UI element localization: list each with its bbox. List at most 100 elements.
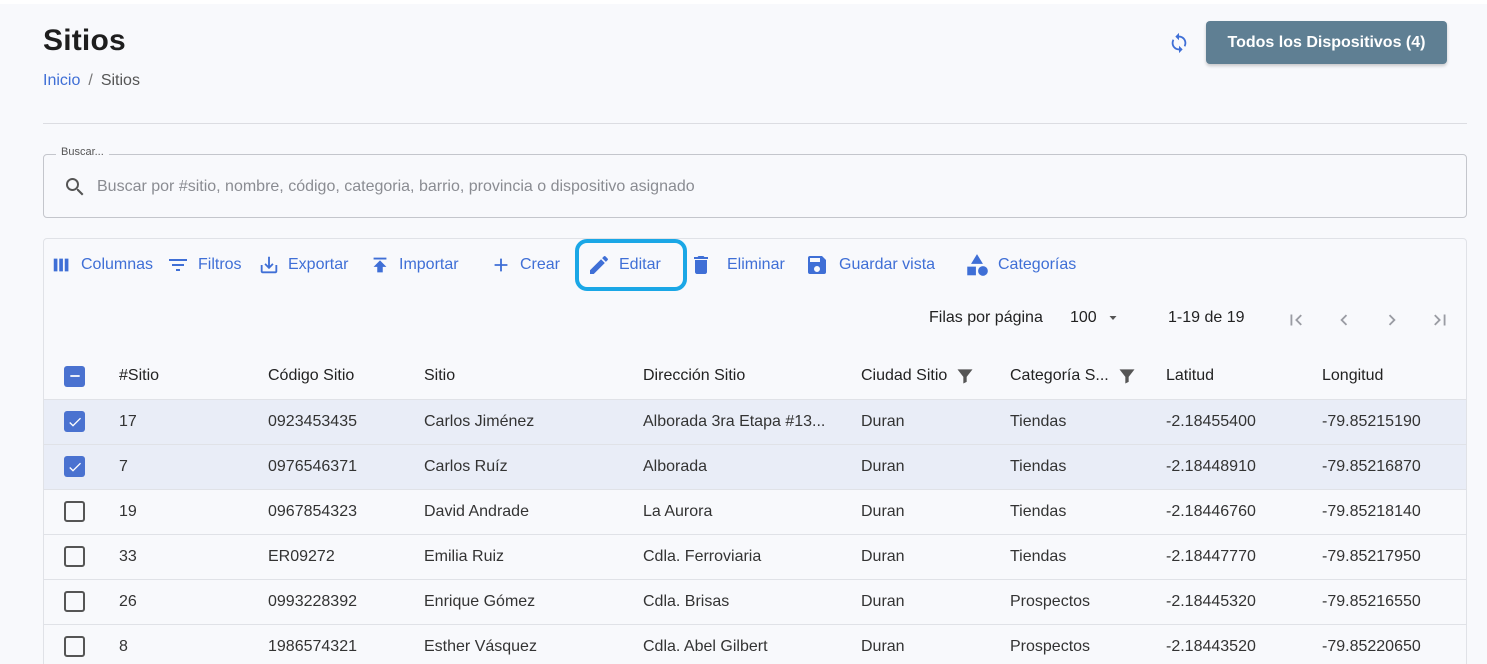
cell-site-address: Alborada 3ra Etapa #13... (643, 399, 861, 445)
column-header-site-city-label: Ciudad Sitio (861, 367, 948, 385)
column-header-site-name[interactable]: Sitio (424, 354, 643, 400)
cell-longitude: -79.85215190 (1322, 399, 1466, 445)
save-view-button[interactable]: Guardar vista (805, 252, 935, 278)
breadcrumb-home-link[interactable]: Inicio (43, 72, 80, 90)
plus-icon (494, 258, 508, 272)
search-field: Buscar... (43, 146, 1467, 218)
filter-icon (1119, 369, 1135, 384)
cell-site-city: Duran (861, 399, 1010, 445)
cell-site-code: 1986574321 (268, 624, 424, 664)
rows-per-page-select[interactable]: 100 (1070, 309, 1119, 327)
cell-latitude: -2.18443520 (1166, 624, 1322, 664)
export-label: Exportar (288, 256, 349, 273)
column-header-longitude[interactable]: Longitud (1322, 354, 1466, 400)
table-row[interactable]: 8 1986574321 Esther Vásquez Cdla. Abel Gilb… (44, 624, 1466, 664)
column-header-site-address[interactable]: Dirección Sitio (643, 354, 861, 400)
import-button[interactable]: Importar (369, 252, 459, 278)
filters-button[interactable]: Filtros (166, 252, 242, 278)
table-row[interactable]: 33 ER09272 Emilia Ruiz Cdla. Ferroviaria Dur… (44, 534, 1466, 580)
cell-site-address: Cdla. Brisas (643, 579, 861, 625)
cell-site-category: Prospectos (1010, 579, 1166, 625)
columns-button[interactable]: Columnas (51, 252, 153, 278)
last-page-icon[interactable] (1427, 307, 1453, 333)
row-checkbox[interactable] (64, 636, 85, 657)
rows-per-page-label: Filas por página (929, 309, 1043, 326)
cell-site-city: Duran (861, 624, 1010, 664)
filters-label: Filtros (198, 256, 242, 273)
save-icon (808, 256, 826, 274)
table-row[interactable]: 7 0976546371 Carlos Ruíz Alborada Duran Tiend… (44, 444, 1466, 490)
cell-longitude: -79.85216870 (1322, 444, 1466, 490)
cell-site-name: Esther Vásquez (424, 624, 643, 664)
cell-site-city: Duran (861, 579, 1010, 625)
refresh-icon[interactable] (1166, 30, 1192, 56)
row-checkbox[interactable] (64, 456, 85, 477)
categories-button[interactable]: Categorías (964, 252, 1076, 278)
check-icon (68, 417, 81, 427)
cell-site-category: Tiendas (1010, 444, 1166, 490)
sites-grid: Columnas Filtros Exportar Importar Crear… (43, 238, 1467, 664)
cell-longitude: -79.85220650 (1322, 624, 1466, 664)
cell-site-name: Enrique Gómez (424, 579, 643, 625)
cell-site-name: Emilia Ruiz (424, 534, 643, 580)
cell-site-name: Carlos Jiménez (424, 399, 643, 445)
categories-label: Categorías (998, 256, 1077, 273)
caret-down-icon (1109, 316, 1117, 320)
cell-latitude: -2.18455400 (1166, 399, 1322, 445)
cell-site-number: 26 (119, 579, 268, 625)
edit-button[interactable]: Editar (587, 252, 661, 278)
cell-site-city: Duran (861, 489, 1010, 535)
cell-site-code: ER09272 (268, 534, 424, 580)
breadcrumb-separator: / (88, 72, 93, 89)
cell-site-category: Tiendas (1010, 534, 1166, 580)
cell-site-category: Tiendas (1010, 399, 1166, 445)
row-checkbox[interactable] (64, 411, 85, 432)
upload-icon (373, 257, 387, 273)
cell-site-city: Duran (861, 534, 1010, 580)
table-row[interactable]: 17 0923453435 Carlos Jiménez Alborada 3ra E… (44, 399, 1466, 445)
delete-label: Eliminar (727, 256, 785, 273)
all-devices-button[interactable]: Todos los Dispositivos (4) (1206, 21, 1447, 64)
first-page-icon[interactable] (1283, 307, 1309, 333)
export-button[interactable]: Exportar (258, 252, 348, 278)
column-header-site-code[interactable]: Código Sitio (268, 354, 424, 400)
row-checkbox[interactable] (64, 591, 85, 612)
sites-table: #Sitio Código Sitio Sitio Dirección Siti… (44, 354, 1466, 664)
delete-button[interactable]: Eliminar (689, 252, 785, 278)
cell-site-number: 33 (119, 534, 268, 580)
next-page-icon[interactable] (1379, 307, 1405, 333)
select-all-checkbox[interactable] (64, 365, 85, 387)
row-checkbox[interactable] (64, 546, 85, 567)
filter-icon (957, 369, 973, 384)
column-header-latitude[interactable]: Latitud (1166, 354, 1322, 400)
breadcrumb: Inicio / Sitios (43, 72, 140, 90)
download-icon (260, 256, 278, 274)
cell-site-name: David Andrade (424, 489, 643, 535)
cell-site-number: 7 (119, 444, 268, 490)
previous-page-icon[interactable] (1331, 307, 1357, 333)
column-header-site-number[interactable]: #Sitio (119, 354, 268, 400)
table-row[interactable]: 19 0967854323 David Andrade La Aurora Duran T… (44, 489, 1466, 535)
cell-latitude: -2.18446760 (1166, 489, 1322, 535)
cell-site-category: Tiendas (1010, 489, 1166, 535)
table-row[interactable]: 26 0993228392 Enrique Gómez Cdla. Brisas Dur… (44, 579, 1466, 625)
cell-latitude: -2.18447770 (1166, 534, 1322, 580)
cell-site-address: Cdla. Abel Gilbert (643, 624, 861, 664)
trash-icon (694, 256, 708, 274)
column-header-site-city[interactable]: Ciudad Sitio (861, 354, 1010, 400)
cell-longitude: -79.85218140 (1322, 489, 1466, 535)
shapes-icon (967, 254, 988, 276)
column-header-site-category[interactable]: Categoría S... (1010, 354, 1166, 400)
search-icon (63, 175, 87, 204)
pagination-range: 1-19 de 19 (1168, 309, 1245, 326)
minus-icon (69, 375, 80, 378)
rows-per-page-value: 100 (1070, 309, 1097, 326)
create-button[interactable]: Crear (490, 252, 560, 278)
cell-site-address: La Aurora (643, 489, 861, 535)
row-checkbox[interactable] (64, 501, 85, 522)
cell-longitude: -79.85216550 (1322, 579, 1466, 625)
search-input[interactable] (97, 169, 1437, 205)
page-title: Sitios (43, 24, 126, 57)
cell-site-name: Carlos Ruíz (424, 444, 643, 490)
save-view-label: Guardar vista (839, 256, 936, 273)
